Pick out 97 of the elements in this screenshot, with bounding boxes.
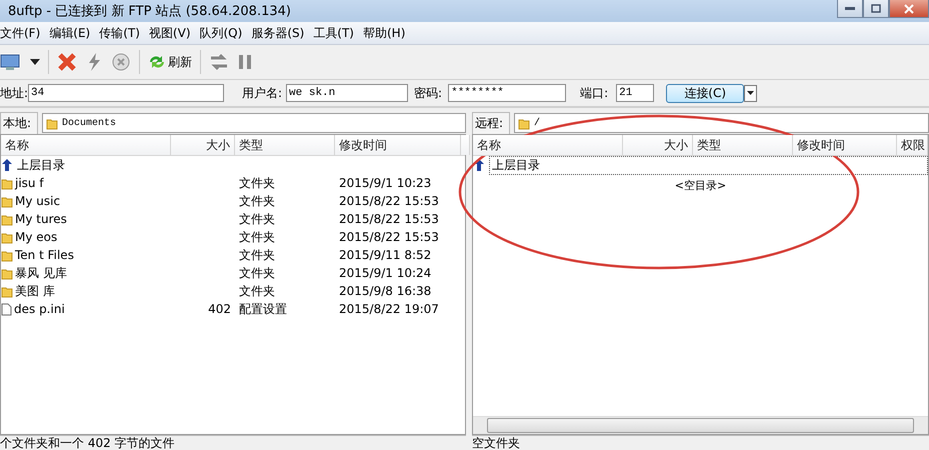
menu-item[interactable]: 队列(Q) [200,24,252,42]
maximize-icon [871,4,881,13]
address-label: 地址: [0,84,28,102]
folder-icon [1,212,13,226]
column-header[interactable]: 类型 [235,135,335,155]
menu-item[interactable]: 服务器(S) [251,24,314,42]
file-name: des p.ini [14,302,65,316]
local-status-text: 个文件夹和一个 402 字节的文件 [0,435,466,450]
file-row[interactable]: My tures 文件夹 2015/8/22 15:53 [1,210,465,228]
file-modified: 2015/8/22 19:07 [338,302,440,316]
file-name: 暴风 见库 [15,264,67,282]
file-name: jisu f [15,176,44,190]
file-row[interactable]: Ten t Files 文件夹 2015/9/11 8:52 [1,246,465,264]
disconnect-button[interactable] [57,52,77,72]
column-header[interactable]: 类型 [693,135,793,155]
menu-item[interactable]: 文件(F) [0,24,50,42]
file-row[interactable]: My eos 文件夹 2015/8/22 15:53 [1,228,465,246]
pause-button[interactable] [237,53,253,71]
file-type: 文件夹 [238,228,276,246]
file-modified: 2015/9/8 16:38 [338,284,432,298]
folder-icon [1,230,13,244]
empty-directory-text: <空目录> [674,178,726,193]
folder-icon [1,194,13,208]
folder-icon [1,284,13,298]
port-label: 端口: [580,84,608,102]
up-arrow-icon [1,158,15,172]
file-modified: 2015/9/11 8:52 [338,248,432,262]
password-field[interactable]: ******** [448,84,566,102]
file-row[interactable]: 暴风 见库 文件夹 2015/9/1 10:24 [1,264,465,282]
remote-label: 远程: [472,112,510,134]
file-modified: 2015/9/1 10:24 [338,266,432,280]
file-name: 美图 库 [15,282,55,300]
file-type: 文件夹 [238,282,276,300]
close-button[interactable] [889,0,929,18]
address-field[interactable]: 34 [28,84,224,102]
file-modified: 2015/9/1 10:23 [338,176,432,190]
file-row[interactable]: 上层目录 [1,156,465,174]
file-type: 文件夹 [238,246,276,264]
column-header[interactable]: 大小 [171,135,235,155]
menu-item[interactable]: 视图(V) [148,24,200,42]
file-name: Ten t Files [15,248,74,262]
password-label: 密码: [414,84,442,102]
folder-icon [1,266,13,280]
refresh-icon [148,54,166,70]
username-label: 用户名: [242,84,282,102]
column-header[interactable]: 大小 [623,135,693,155]
file-row[interactable]: des p.ini 402 配置设置 2015/8/22 19:07 [1,300,465,318]
file-size: 402 [207,302,232,316]
folder-icon [518,116,530,130]
connect-button[interactable]: 连接(C) [666,84,744,102]
stop-button[interactable] [111,52,131,72]
file-name: 上层目录 [17,156,65,174]
file-row[interactable]: jisu f 文件夹 2015/9/1 10:23 [1,174,465,192]
username-field[interactable]: we sk.n [286,84,408,102]
file-type: 文件夹 [238,264,276,282]
port-field[interactable]: 21 [616,84,654,102]
menu-item[interactable]: 工具(T) [313,24,363,42]
file-modified: 2015/8/22 15:53 [338,194,440,208]
close-icon [904,4,914,14]
column-header[interactable]: 名称 [473,135,623,155]
up-arrow-icon [473,158,487,172]
menu-item[interactable]: 编辑(E) [49,24,100,42]
refresh-button[interactable]: 刷新 [148,54,192,70]
site-manager-button[interactable] [0,53,22,71]
dropdown-button[interactable] [30,59,40,65]
menu-item[interactable]: 帮助(H) [363,24,414,42]
horizontal-scrollbar[interactable] [473,416,928,434]
file-modified: 2015/8/22 15:53 [338,212,440,226]
local-label: 本地: [0,112,38,134]
file-type: 配置设置 [238,300,288,318]
menu-item[interactable]: 传输(T) [99,24,149,42]
folder-icon [46,116,58,130]
column-header[interactable]: 权限 [897,135,928,155]
file-row[interactable]: My usic 文件夹 2015/8/22 15:53 [1,192,465,210]
minimize-icon [845,6,855,10]
window-title: 8uftp - 已连接到 新 FTP 站点 (58.64.208.134) [8,3,291,20]
file-type: 文件夹 [238,174,276,192]
file-name: My tures [15,212,67,226]
folder-icon [1,248,13,262]
local-path-field[interactable]: Documents [42,113,466,133]
column-header[interactable]: 修改时间 [793,135,897,155]
remote-path-field[interactable]: / [514,113,929,133]
file-name: My eos [15,230,58,244]
file-name: My usic [15,194,60,208]
caret-icon [747,91,754,95]
remote-status-text: 空文件夹 [472,435,929,450]
file-modified: 2015/8/22 15:53 [338,230,440,244]
column-header[interactable]: 修改时间 [335,135,461,155]
connect-dropdown-button[interactable] [744,84,758,102]
transfer-button[interactable] [209,52,229,72]
minimize-button[interactable] [837,0,863,18]
file-row[interactable]: 美图 库 文件夹 2015/9/8 16:38 [1,282,465,300]
folder-icon [1,176,13,190]
file-type: 文件夹 [238,210,276,228]
column-header[interactable]: 名称 [1,135,171,155]
file-type: 文件夹 [238,192,276,210]
maximize-button[interactable] [863,0,889,18]
